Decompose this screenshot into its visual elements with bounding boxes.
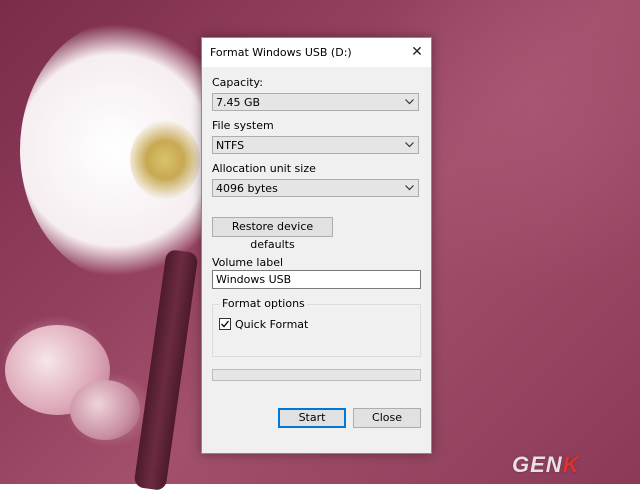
wallpaper-bud-small <box>70 380 140 440</box>
format-options-legend: Format options <box>220 297 307 310</box>
allocation-unit-select[interactable]: 4096 bytes <box>212 179 419 197</box>
volume-label-field-box <box>212 270 421 289</box>
close-icon[interactable]: ✕ <box>403 38 431 67</box>
chevron-down-icon <box>405 99 414 105</box>
allocation-unit-value: 4096 bytes <box>216 182 278 195</box>
allocation-unit-label: Allocation unit size <box>212 162 316 175</box>
capacity-select[interactable]: 7.45 GB <box>212 93 419 111</box>
checkmark-icon <box>221 320 229 328</box>
dialog-titlebar: Format Windows USB (D:) ✕ <box>202 38 431 67</box>
wallpaper-flower-stamens <box>130 120 200 200</box>
wallpaper-branch <box>133 248 199 491</box>
format-progress-bar <box>212 369 421 381</box>
capacity-label: Capacity: <box>212 76 263 89</box>
file-system-select[interactable]: NTFS <box>212 136 419 154</box>
capacity-value: 7.45 GB <box>216 96 261 109</box>
quick-format-checkbox[interactable] <box>219 318 231 330</box>
quick-format-label: Quick Format <box>235 318 309 331</box>
volume-label-label: Volume label <box>212 256 284 269</box>
close-button[interactable]: Close <box>353 408 421 428</box>
dialog-title: Format Windows USB (D:) <box>210 46 352 59</box>
file-system-value: NTFS <box>216 139 245 152</box>
format-options-group: Format options Quick Format <box>212 297 421 357</box>
format-dialog: Format Windows USB (D:) ✕ Capacity: 7.45… <box>201 37 432 454</box>
file-system-label: File system <box>212 119 274 132</box>
volume-label-input[interactable] <box>213 271 416 287</box>
restore-defaults-button[interactable]: Restore device defaults <box>212 217 333 251</box>
chevron-down-icon <box>405 142 414 148</box>
start-button[interactable]: Start <box>278 408 346 428</box>
chevron-down-icon <box>405 185 414 191</box>
genk-watermark-logo: GENK <box>512 452 580 477</box>
